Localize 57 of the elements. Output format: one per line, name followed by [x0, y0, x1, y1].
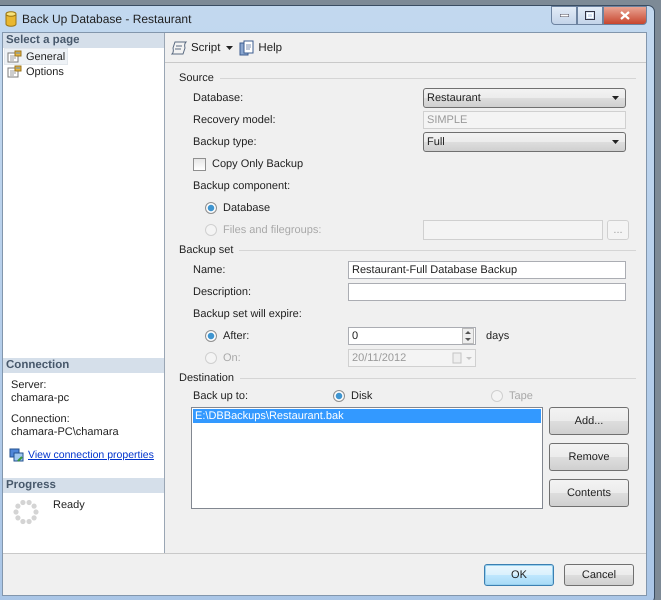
field-label: Backup type: — [193, 136, 258, 148]
status-text: Ready — [53, 499, 85, 513]
radio-button[interactable]: After: — [205, 330, 348, 342]
radio-button[interactable]: Database — [205, 202, 423, 214]
page-icon — [7, 65, 22, 78]
unit-label: days — [485, 330, 510, 342]
dialog-button[interactable]: Remove — [549, 443, 629, 471]
spinner-icon — [13, 499, 39, 525]
section-header: Connection — [3, 358, 164, 373]
field-label: Backup component: — [193, 180, 292, 192]
scroll-icon — [171, 40, 188, 56]
caret-icon — [612, 140, 619, 144]
link[interactable]: View connection properties — [28, 449, 154, 461]
window-title: Back Up Database - Restaurant — [22, 12, 192, 26]
dialog-button[interactable]: Contents — [549, 479, 629, 507]
caret-icon — [612, 96, 619, 100]
minimize-button[interactable] — [551, 6, 577, 25]
field-label: Description: — [193, 286, 252, 298]
field-label: Database: — [193, 92, 244, 104]
network-icon — [9, 448, 24, 462]
page-item[interactable]: General — [5, 49, 68, 64]
maximize-icon — [585, 11, 595, 20]
dropdown[interactable]: Restaurant — [423, 88, 626, 108]
ok-button[interactable]: OK — [484, 564, 554, 586]
dialog-button[interactable]: Add... — [549, 407, 629, 435]
radio-button[interactable]: Disk — [333, 390, 491, 402]
text-field[interactable]: Restaurant-Full Database Backup — [348, 261, 626, 279]
field-label: Backup set will expire: — [193, 308, 303, 320]
group-title: Backup set — [179, 241, 636, 259]
number-field[interactable]: 0 — [348, 327, 476, 345]
close-icon — [620, 11, 630, 20]
field-label: Name: — [193, 264, 226, 276]
help-icon — [239, 40, 256, 56]
script-button[interactable]: Script — [171, 40, 220, 56]
server-name: chamara-pc — [11, 392, 70, 404]
connection-name: chamara-PC\chamara — [11, 426, 120, 438]
page-item[interactable]: Options — [5, 64, 66, 79]
section-header: Select a page — [3, 33, 164, 48]
minimize-icon — [560, 14, 568, 17]
group-title: Destination — [179, 369, 636, 387]
cancel-button[interactable]: Cancel — [564, 564, 634, 586]
field-label: Recovery model: — [193, 114, 277, 126]
group-title: Source — [179, 69, 636, 87]
database-icon — [5, 11, 17, 27]
checkbox[interactable]: Copy Only Backup — [193, 158, 423, 170]
dropdown[interactable]: Full — [423, 132, 626, 152]
text-field[interactable] — [348, 283, 626, 301]
help-button[interactable]: Help — [239, 40, 282, 56]
maximize-button[interactable] — [577, 6, 603, 25]
dropdown-arrow-icon[interactable] — [226, 46, 234, 50]
field-label: Connection: — [11, 413, 71, 425]
field-label: Server: — [11, 379, 48, 391]
page-icon — [7, 50, 22, 63]
section-header: Progress — [3, 478, 164, 493]
close-button[interactable] — [603, 6, 647, 25]
spin-arrows-icon[interactable] — [462, 328, 474, 344]
field-label: Back up to: — [193, 390, 250, 402]
